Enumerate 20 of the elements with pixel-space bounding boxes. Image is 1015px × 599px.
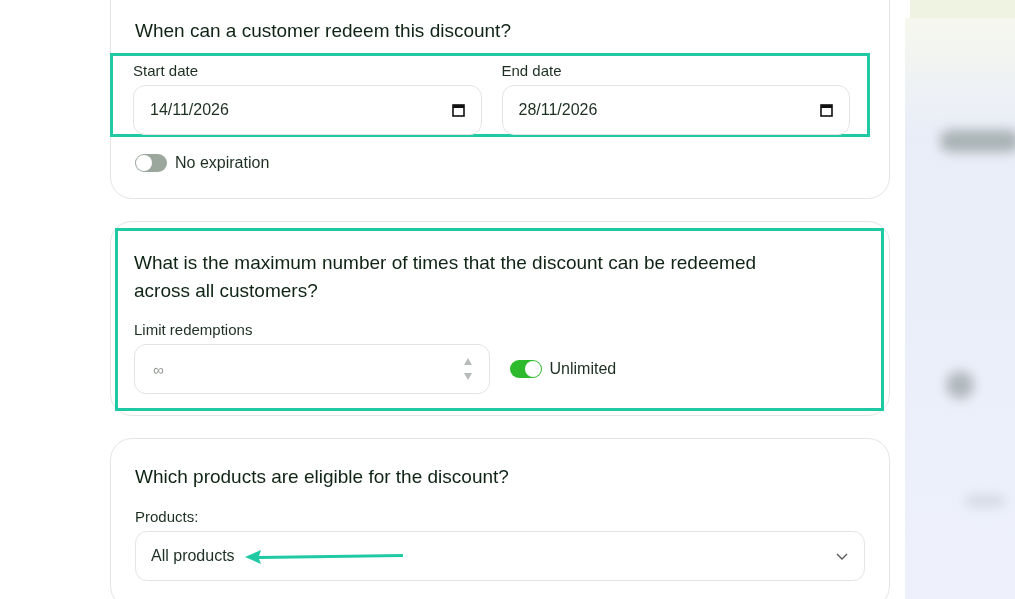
calendar-icon[interactable]	[451, 103, 465, 117]
date-field[interactable]: 28/11/2026	[501, 85, 850, 135]
calendar-icon[interactable]	[820, 103, 833, 117]
section-title: What is the maximum number of times that the discount can be redeemed across all customers?	[134, 251, 758, 303]
number-field[interactable]: ∞	[134, 344, 490, 394]
field-label: Products:	[135, 508, 200, 525]
toggle-label: Unlimited	[549, 360, 617, 378]
toggle-label: No expiration	[175, 154, 270, 172]
toggle-switch[interactable]	[135, 154, 167, 172]
field-label: Limit redemptions	[134, 321, 254, 338]
spinner-icon[interactable]	[462, 357, 473, 381]
toggle-switch[interactable]	[509, 360, 542, 378]
field-label: End date	[501, 62, 563, 79]
chevron-down-icon	[836, 552, 848, 560]
section-title: When can a customer redeem this discount?	[135, 19, 512, 43]
products-select[interactable]: All products	[135, 531, 865, 581]
section-title: Which products are eligible for the discount?	[135, 465, 510, 489]
date-field[interactable]: 14/11/2026	[133, 85, 482, 135]
number-input[interactable]: ∞	[151, 359, 463, 379]
field-label: Start date	[133, 62, 200, 79]
